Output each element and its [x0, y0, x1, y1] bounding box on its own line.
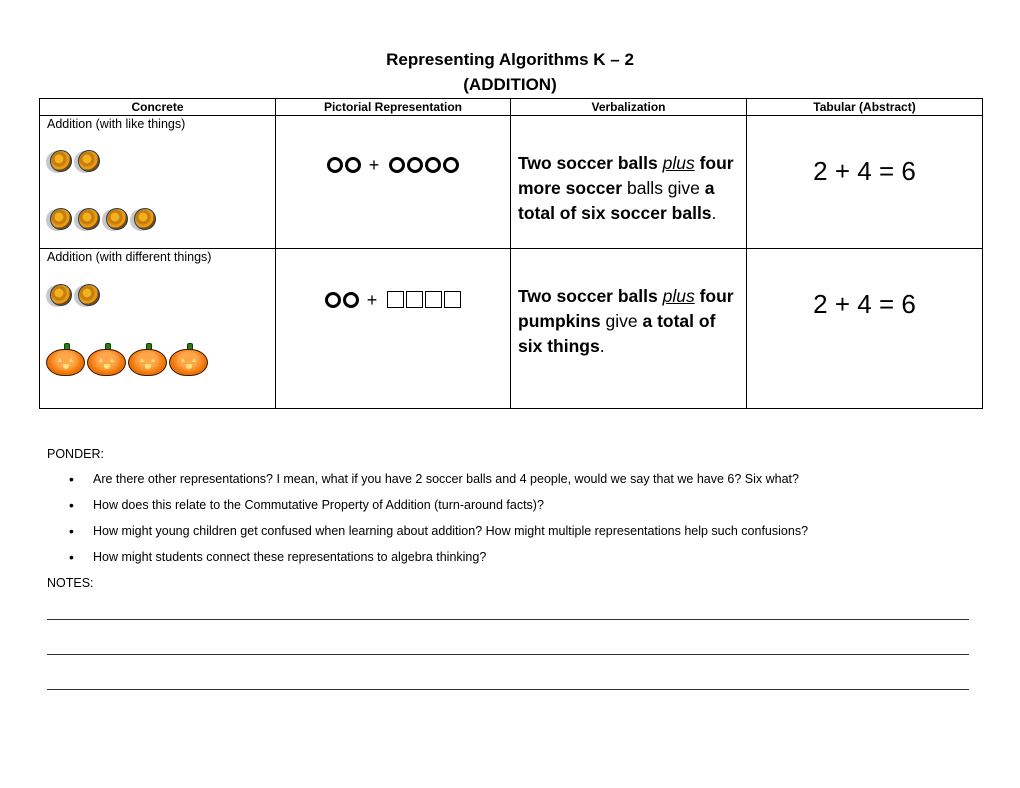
circle-icon	[407, 157, 424, 173]
circle-group	[389, 157, 460, 173]
soccer-ball-icon	[74, 208, 101, 232]
verbalization-cell: Two soccer balls plus four more soccer b…	[510, 115, 747, 249]
circle-group	[326, 157, 361, 173]
plus-sign: +	[368, 155, 380, 175]
icon-group	[46, 150, 101, 174]
soccer-ball-icon	[74, 150, 101, 174]
ponder-item: How might young children get confused wh…	[47, 522, 808, 548]
pumpkin-icon	[169, 343, 208, 376]
pumpkin-icon	[46, 343, 85, 376]
verbalization-segment: give	[600, 311, 643, 331]
circle-icon	[425, 157, 442, 173]
header-tabular: Tabular (Abstract)	[746, 98, 983, 116]
pictorial-cell: +	[275, 248, 511, 409]
ponder-item: Are there other representations? I mean,…	[47, 470, 808, 496]
notes-line[interactable]	[47, 654, 969, 655]
page-title: Representing Algorithms K – 2	[386, 50, 634, 69]
icon-group	[46, 208, 157, 232]
header-pictorial: Pictorial Representation	[275, 98, 511, 116]
tabular-equation: 2 + 4 = 6	[813, 289, 916, 319]
soccer-ball-icon	[130, 208, 157, 232]
soccer-ball-icon	[46, 208, 73, 232]
verbalization-segment: plus	[662, 286, 695, 306]
soccer-ball-icon	[102, 208, 129, 232]
ponder-item: How does this relate to the Commutative …	[47, 496, 808, 522]
table-row: Addition (with like things) + Two soccer…	[39, 115, 983, 249]
verbalization-segment: .	[711, 203, 717, 223]
representations-table: Concrete Pictorial Representation Verbal…	[39, 98, 983, 409]
row-label: Addition (with like things)	[47, 117, 186, 131]
table-header-row: Concrete Pictorial Representation Verbal…	[39, 98, 983, 116]
circle-icon	[324, 291, 341, 308]
pictorial-expression: +	[276, 289, 510, 310]
notes-line[interactable]	[47, 619, 969, 620]
header-concrete: Concrete	[39, 98, 276, 116]
circle-icon	[443, 157, 460, 173]
concrete-cell: Addition (with like things)	[39, 115, 276, 249]
icon-group	[46, 343, 209, 376]
ponder-heading: PONDER:	[47, 447, 104, 461]
circle-icon	[344, 157, 361, 173]
square-icon	[387, 291, 405, 308]
verbalization-segment: Two soccer balls	[518, 286, 663, 306]
verbalization-text: Two soccer balls plus four pumpkins give…	[518, 284, 740, 359]
plus-sign: +	[366, 289, 378, 310]
verbalization-segment: balls give	[622, 178, 705, 198]
icon-group	[46, 284, 101, 308]
notes-line[interactable]	[47, 689, 969, 690]
verbalization-segment: plus	[662, 153, 695, 173]
notes-heading: NOTES:	[47, 576, 94, 590]
circle-group	[324, 291, 359, 308]
pumpkin-icon	[87, 343, 126, 376]
verbalization-text: Two soccer balls plus four more soccer b…	[518, 151, 740, 226]
soccer-ball-icon	[46, 150, 73, 174]
tabular-equation: 2 + 4 = 6	[813, 156, 916, 186]
concrete-cell: Addition (with different things)	[39, 248, 276, 409]
soccer-ball-icon	[74, 284, 101, 308]
verbalization-segment: Two soccer balls	[518, 153, 663, 173]
pictorial-expression: +	[276, 155, 510, 175]
pictorial-cell: +	[275, 115, 511, 249]
square-icon	[406, 291, 424, 308]
circle-icon	[389, 157, 406, 173]
tabular-cell: 2 + 4 = 6	[746, 248, 983, 409]
verbalization-cell: Two soccer balls plus four pumpkins give…	[510, 248, 747, 409]
square-icon	[425, 291, 443, 308]
ponder-item: How might students connect these represe…	[47, 548, 808, 574]
header-verbalization: Verbalization	[510, 98, 747, 116]
square-group	[387, 291, 462, 308]
verbalization-segment: .	[599, 336, 605, 356]
circle-icon	[326, 157, 343, 173]
page-subtitle: (ADDITION)	[463, 75, 557, 94]
tabular-cell: 2 + 4 = 6	[746, 115, 983, 249]
circle-icon	[342, 291, 359, 308]
soccer-ball-icon	[46, 284, 73, 308]
table-row: Addition (with different things) + Two s…	[39, 248, 983, 409]
ponder-list: Are there other representations? I mean,…	[47, 470, 808, 574]
row-label: Addition (with different things)	[47, 250, 212, 264]
pumpkin-icon	[128, 343, 167, 376]
square-icon	[444, 291, 462, 308]
